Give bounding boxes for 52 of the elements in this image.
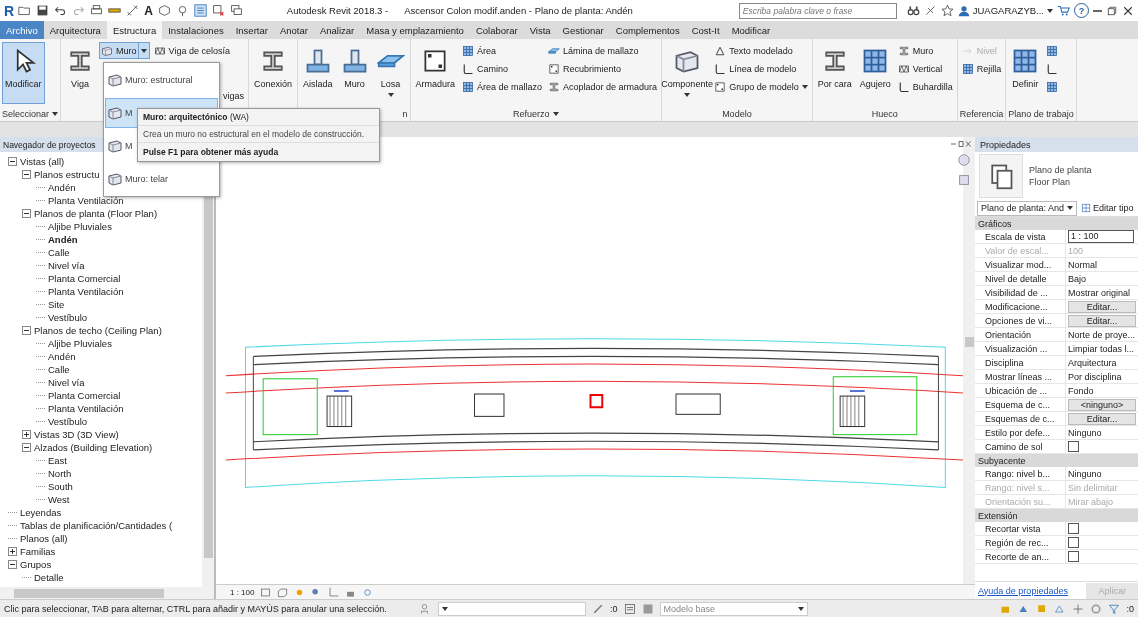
status-message: Clic para seleccionar, TAB para alternar, CTRL para añadir y MAYÚS para anular una selección. xyxy=(4,603,388,614)
property-label: Rango: nivel s... xyxy=(975,481,1066,494)
property-value: Sin delimitar xyxy=(1068,482,1118,493)
property-label: Ubicación de ... xyxy=(975,384,1066,397)
panel-title: Modelo xyxy=(722,109,752,119)
tooltip-help: Pulse F1 para obtener más ayuda xyxy=(143,147,279,157)
property-label: Visualización ... xyxy=(975,342,1066,355)
property-value: Por disciplina xyxy=(1068,371,1122,382)
property-label: Estilo por defe... xyxy=(975,426,1066,439)
property-label: Escala de vista xyxy=(975,230,1066,243)
filter-count: :0 xyxy=(1126,603,1134,614)
property-value: 100 xyxy=(1068,245,1084,256)
property-label: Región de rec... xyxy=(975,536,1066,549)
property-value: Mostrar original xyxy=(1068,287,1131,298)
panel-title: Propiedades xyxy=(980,139,1031,150)
panel-title: Hueco xyxy=(871,109,898,119)
property-label: Valor de escal... xyxy=(975,244,1066,257)
document-title: Ascensor Colon modif.anden - Plano de planta: Andén xyxy=(404,5,634,16)
property-label: Mostrar líneas ... xyxy=(975,370,1066,383)
property-label: Recorte de an... xyxy=(975,550,1066,563)
panel-title: n xyxy=(402,109,408,119)
property-value: Mirar abajo xyxy=(1068,496,1114,507)
panel-title: Plano de trabajo xyxy=(1008,109,1074,119)
property-value: Limpiar todas l... xyxy=(1068,343,1135,354)
editable-count: :0 xyxy=(610,603,618,614)
property-value: Fondo xyxy=(1068,385,1094,396)
property-label: Esquema de c... xyxy=(975,398,1066,411)
property-label: Nivel de detalle xyxy=(975,272,1066,285)
property-value: Bajo xyxy=(1068,273,1086,284)
property-value: Normal xyxy=(1068,259,1097,270)
property-label: Visualizar mod... xyxy=(975,258,1066,271)
property-label: Orientación su... xyxy=(975,495,1066,508)
property-value: Ninguno xyxy=(1068,468,1102,479)
tooltip-title: Muro: arquitectónico (WA) xyxy=(143,112,249,122)
app-title: Autodesk Revit 2018.3 - xyxy=(286,5,389,16)
property-label: Rango: nivel b... xyxy=(975,467,1066,480)
property-label: Modificacione... xyxy=(975,300,1066,313)
property-label: Disciplina xyxy=(975,356,1066,369)
property-label: Orientación xyxy=(975,328,1066,341)
type-name: Floor Plan xyxy=(1029,177,1072,187)
property-label: Visibilidad de ... xyxy=(975,286,1066,299)
property-label: Recortar vista xyxy=(975,522,1066,535)
panel-title: Referencia xyxy=(959,109,1004,119)
property-value: Norte de proye... xyxy=(1068,329,1136,340)
property-label: Camino de sol xyxy=(975,440,1066,453)
type-name: Plano de planta xyxy=(1029,165,1092,175)
property-value: Arquitectura xyxy=(1068,357,1117,368)
panel-title: Navegador de proyectos xyxy=(3,139,96,150)
property-label: Opciones de vi... xyxy=(975,314,1066,327)
tooltip-text: Crea un muro no estructural en el modelo de construcción. xyxy=(143,129,365,139)
property-value: Ninguno xyxy=(1068,427,1102,438)
property-label: Esquemas de c... xyxy=(975,412,1066,425)
